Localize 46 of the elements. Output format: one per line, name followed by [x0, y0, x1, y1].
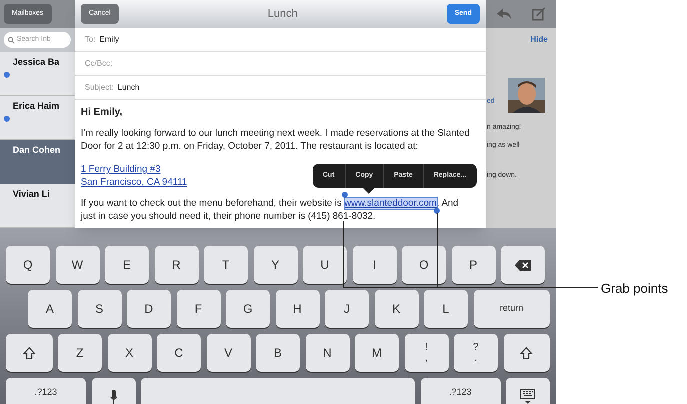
key[interactable]: W — [56, 246, 100, 284]
key[interactable]: G — [226, 290, 270, 328]
key[interactable]: F — [176, 290, 220, 328]
key[interactable]: I — [352, 246, 396, 284]
key[interactable]: N — [306, 334, 350, 372]
key[interactable]: S — [78, 290, 122, 328]
key[interactable]: H — [276, 290, 320, 328]
field-label: Subject: — [85, 82, 114, 94]
field-value: Emily — [100, 34, 120, 46]
key[interactable]: A — [28, 290, 72, 328]
key[interactable]: K — [374, 290, 418, 328]
address-link[interactable]: 1 Ferry Building #3 — [81, 163, 161, 176]
key[interactable]: Z — [58, 334, 102, 372]
address-link[interactable]: San Francisco, CA 94111 — [81, 176, 188, 189]
key[interactable]: Q — [6, 246, 50, 284]
key[interactable]: L — [424, 290, 468, 328]
key[interactable]: R — [154, 246, 198, 284]
key[interactable]: X — [108, 334, 152, 372]
key[interactable]: E — [105, 246, 149, 284]
key[interactable]: T — [204, 246, 248, 284]
field-value: Lunch — [118, 82, 140, 94]
key[interactable]: Y — [254, 246, 298, 284]
return-key[interactable]: return — [474, 290, 550, 328]
key[interactable]: C — [157, 334, 201, 372]
key[interactable]: B — [256, 334, 300, 372]
callout-label: Grab points — [601, 280, 668, 298]
field-label: Cc/Bcc: — [85, 58, 113, 70]
key[interactable]: P — [452, 246, 496, 284]
greeting-text: Hi Emily, — [81, 106, 122, 119]
website-link[interactable]: www.slanteddoor.com — [344, 198, 437, 209]
key[interactable]: V — [206, 334, 250, 372]
key[interactable]: J — [325, 290, 369, 328]
window-title: Lunch — [268, 6, 298, 22]
key[interactable]: U — [303, 246, 347, 284]
key[interactable]: ? . — [454, 334, 498, 372]
body-paragraph: If you want to check out the menu beforehand, their website is www.slanteddoor.com. And just in case you should need it, their phone number is (415) 861-8032. — [81, 197, 459, 223]
key[interactable]: D — [127, 290, 171, 328]
field-label: To: — [85, 34, 96, 46]
body-paragraph: I'm really looking forward to our lunch meeting next week. I made reservations at the Slanted Door for 2 at 12:30 p.m. on Friday, October 7, 2011. The restaurant is located at: — [81, 127, 470, 153]
numbers-key[interactable]: .?123 — [6, 378, 86, 404]
hide-link[interactable]: Hide — [530, 34, 548, 46]
key[interactable]: ! , — [404, 334, 448, 372]
key[interactable]: O — [402, 246, 446, 284]
key[interactable]: M — [355, 334, 399, 372]
message-item[interactable]: Dan Cohen — [0, 140, 75, 184]
numbers-key[interactable]: .?123 — [420, 378, 500, 404]
